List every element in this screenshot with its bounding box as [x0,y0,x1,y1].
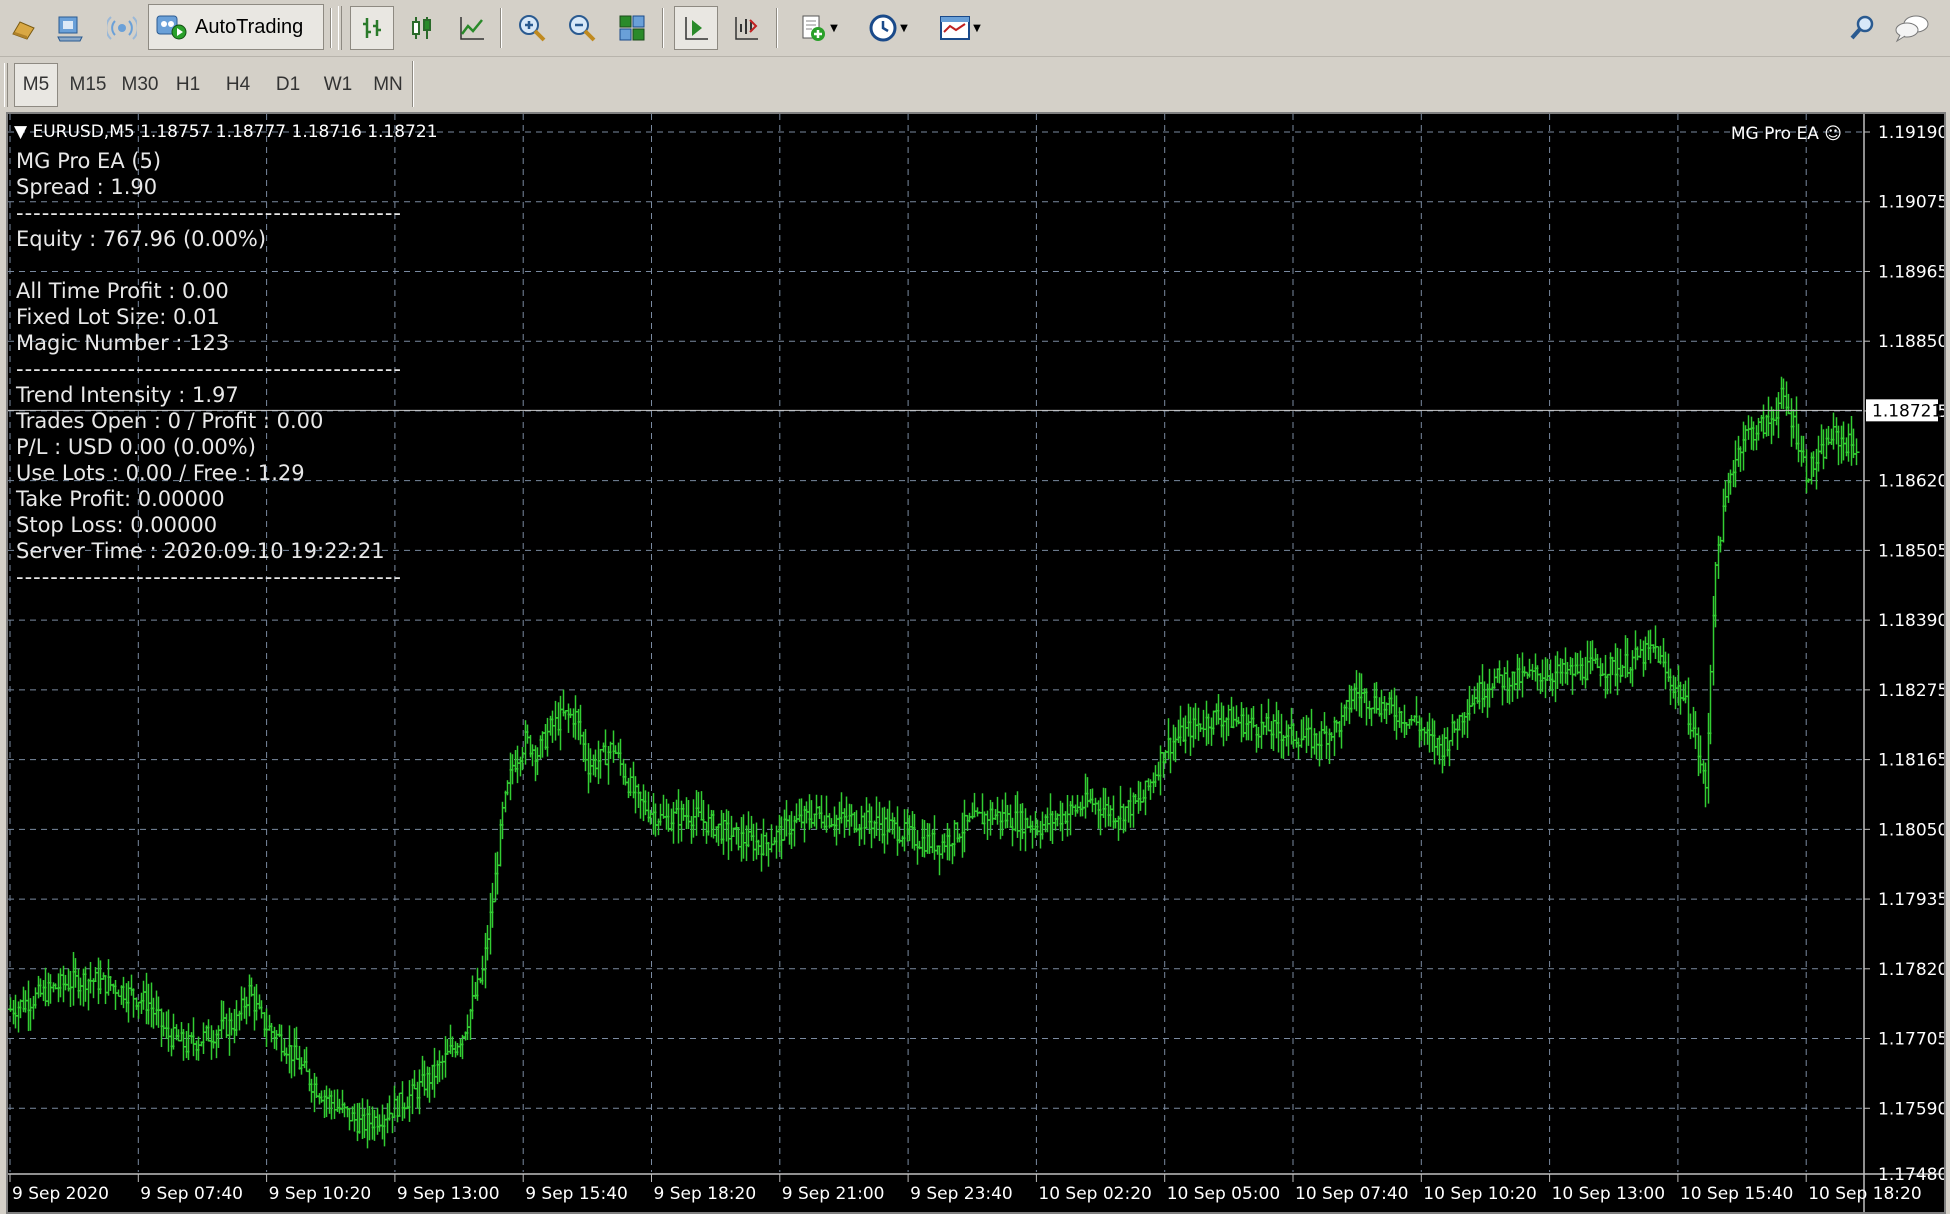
toolbar-separator [500,8,502,48]
timeframe-m5[interactable]: M5 [14,63,58,107]
periods-icon[interactable]: ▼ [858,6,918,50]
timeframe-h1[interactable]: H1 [168,63,208,107]
info-stop-loss: Stop Loss: 0.00000 [16,513,218,537]
info-equity: Equity : 767.96 (0.00%) [16,227,267,251]
info-fixed-lot: Fixed Lot Size: 0.01 [16,305,220,329]
timeframe-d1[interactable]: D1 [268,63,308,107]
info-pl: P/L : USD 0.00 (0.00%) [16,435,256,459]
chart-shift-icon[interactable] [674,6,718,50]
y-tick-label: 1.18620 [1878,472,1944,492]
autoscroll-icon[interactable] [724,6,768,50]
toolbar-separator [776,8,778,48]
main-toolbar: AutoTrading ▼ ▼ ▼ [0,0,1950,57]
autotrading-icon [155,10,187,44]
x-tick-label: 9 Sep 18:20 [654,1184,757,1204]
timeframe-m30[interactable]: M30 [116,63,164,107]
info-blank [16,252,436,278]
zoom-out-icon[interactable] [560,6,604,50]
ea-name: MG Pro EA [1730,124,1819,144]
signals-icon[interactable] [100,6,144,50]
y-tick-label: 1.18050 [1878,820,1944,840]
x-tick-label: 9 Sep 15:40 [525,1184,628,1204]
timeframe-w1[interactable]: W1 [318,63,358,107]
market-watch-icon[interactable] [48,6,92,50]
templates-icon[interactable]: ▼ [930,6,990,50]
x-tick-label: 9 Sep 10:20 [269,1184,372,1204]
x-tick-label: 10 Sep 02:20 [1038,1184,1151,1204]
x-tick-label: 10 Sep 05:00 [1167,1184,1280,1204]
y-tick-label: 1.18850 [1878,332,1944,352]
toolbar-separator [662,8,664,48]
info-trend-intensity: Trend Intensity : 1.97 [16,383,239,407]
timeframes-toolbar: M5 M15 M30 H1 H4 D1 W1 MN [0,57,1950,111]
x-tick-label: 9 Sep 13:00 [397,1184,500,1204]
y-tick-label: 1.17705 [1878,1030,1944,1050]
timeframe-mn[interactable]: MN [368,63,408,107]
info-take-profit: Take Profit: 0.00000 [16,487,225,511]
info-server-time: Server Time : 2020.09.10 19:22:21 [16,539,385,563]
toolbar-grip [4,63,8,107]
timeframe-h4[interactable]: H4 [218,63,258,107]
y-tick-label: 1.18390 [1878,611,1944,631]
collapse-triangle-icon[interactable]: ▼ [14,122,27,142]
info-use-lots: Use Lots : 0.00 / Free : 1.29 [16,461,305,485]
x-tick-label: 9 Sep 07:40 [140,1184,243,1204]
info-separator: ----------------------------------------… [16,201,402,225]
expert-advisor-label[interactable]: MG Pro EA ☺ [1731,124,1842,144]
chart-header: ▼ EURUSD,M5 1.18757 1.18777 1.18716 1.18… [14,122,438,142]
info-title: MG Pro EA (5) [16,149,162,173]
tile-windows-icon[interactable] [610,6,654,50]
y-tick-label: 1.19075 [1878,193,1944,213]
current-price-label: 1.18721 [1872,401,1942,421]
candlestick-icon[interactable] [400,6,444,50]
y-tick-label: 1.18965 [1878,262,1944,282]
y-tick-label: 1.18275 [1878,681,1944,701]
toolbar-separator [412,61,414,107]
x-tick-label: 10 Sep 18:20 [1808,1184,1921,1204]
autotrading-button[interactable]: AutoTrading [148,4,324,50]
toolbar-separator [330,8,332,48]
bar-chart-icon[interactable] [350,6,394,50]
x-tick-label: 9 Sep 21:00 [782,1184,885,1204]
info-all-time-profit: All Time Profit : 0.00 [16,279,229,303]
y-tick-label: 1.18505 [1878,541,1944,561]
toolbar-grip [338,6,342,50]
add-indicator-icon[interactable]: ▼ [788,6,848,50]
info-magic-number: Magic Number : 123 [16,331,230,355]
y-tick-label: 1.17935 [1878,890,1944,910]
info-separator: ----------------------------------------… [16,357,402,381]
open-folder-icon[interactable] [2,6,46,50]
timeframe-m15[interactable]: M15 [64,63,112,107]
x-tick-label: 10 Sep 07:40 [1295,1184,1408,1204]
x-tick-label: 10 Sep 10:20 [1423,1184,1536,1204]
x-tick-label: 9 Sep 23:40 [910,1184,1013,1204]
search-icon[interactable] [1840,6,1884,50]
autotrading-label: AutoTrading [195,15,304,38]
zoom-in-icon[interactable] [510,6,554,50]
info-separator: ----------------------------------------… [16,565,402,589]
ea-info-panel: MG Pro EA (5) Spread : 1.90 ------------… [16,148,436,590]
info-spread: Spread : 1.90 [16,175,158,199]
chat-icon[interactable] [1890,6,1934,50]
y-tick-label: 1.17480 [1878,1165,1944,1185]
line-chart-icon[interactable] [450,6,494,50]
x-tick-label: 10 Sep 15:40 [1680,1184,1793,1204]
info-trades-open: Trades Open : 0 / Profit : 0.00 [16,409,324,433]
y-tick-label: 1.19190 [1878,123,1944,143]
y-tick-label: 1.17590 [1878,1099,1944,1119]
y-tick-label: 1.17820 [1878,960,1944,980]
x-tick-label: 9 Sep 2020 [12,1184,109,1204]
x-tick-label: 10 Sep 13:00 [1552,1184,1665,1204]
symbol-quote: EURUSD,M5 1.18757 1.18777 1.18716 1.1872… [32,122,438,142]
smiley-icon: ☺ [1824,124,1842,144]
y-tick-label: 1.18165 [1878,751,1944,771]
